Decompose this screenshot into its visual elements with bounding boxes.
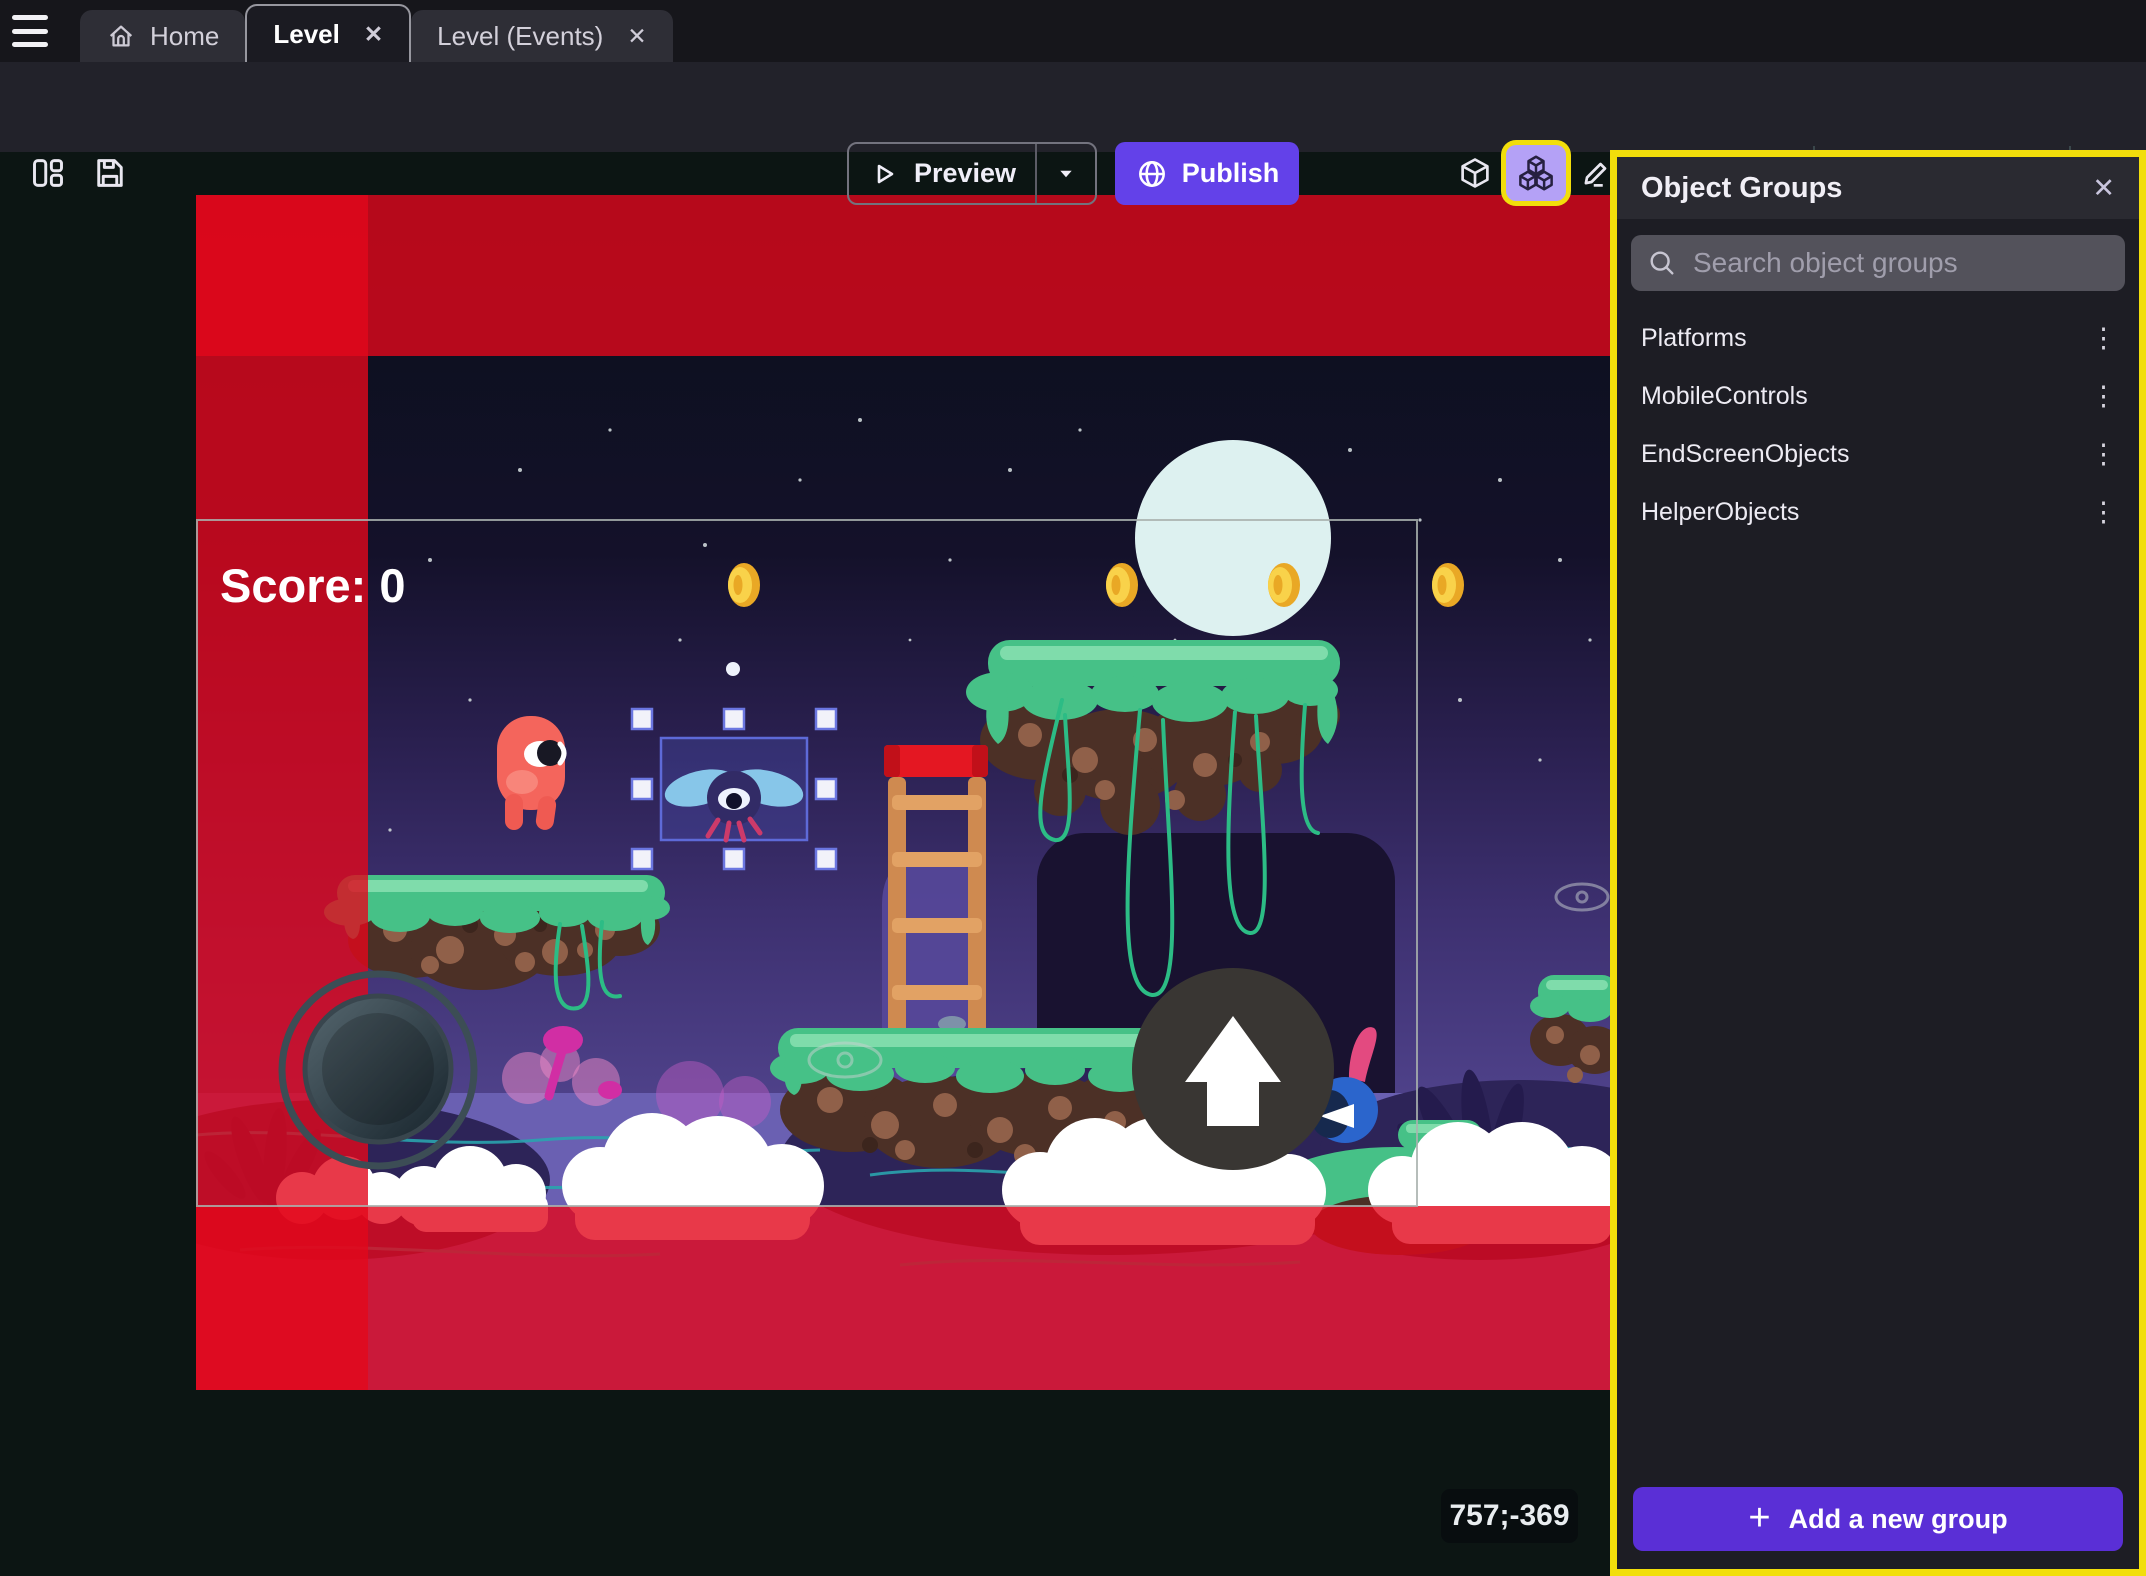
panel-header: Object Groups ✕	[1617, 157, 2139, 219]
object-groups-panel: Object Groups ✕ Platforms ⋮ MobileContro…	[1610, 150, 2146, 1576]
toolbar: Preview Publish	[0, 62, 2146, 152]
group-label: EndScreenObjects	[1641, 440, 1849, 469]
save-icon[interactable]	[88, 151, 132, 195]
rotation-handle-dot[interactable]	[726, 662, 740, 676]
panel-title: Object Groups	[1641, 172, 1842, 205]
coin	[1268, 563, 1300, 607]
group-label: Platforms	[1641, 324, 1747, 353]
search-icon	[1647, 248, 1677, 278]
level-editor-window: Score: 0	[0, 0, 2146, 1576]
objects-panel-icon[interactable]	[1453, 151, 1497, 195]
kebab-menu-icon[interactable]: ⋮	[2084, 439, 2123, 470]
tab-label: Home	[150, 21, 219, 52]
add-button-label: Add a new group	[1789, 1504, 2008, 1535]
object-group-list: Platforms ⋮ MobileControls ⋮ EndScreenOb…	[1617, 301, 2139, 541]
coin	[1106, 563, 1138, 607]
kebab-menu-icon[interactable]: ⋮	[2084, 381, 2123, 412]
preview-button[interactable]: Preview	[847, 142, 1097, 205]
jump-button[interactable]	[1132, 968, 1334, 1170]
add-new-group-button[interactable]: + Add a new group	[1633, 1487, 2123, 1551]
object-groups-search-input[interactable]	[1691, 246, 2109, 280]
home-icon	[106, 21, 136, 51]
group-row-helperobjects[interactable]: HelperObjects ⋮	[1617, 483, 2139, 541]
preview-options-caret[interactable]	[1035, 144, 1095, 203]
close-tab-icon[interactable]: ✕	[627, 25, 646, 48]
close-panel-icon[interactable]: ✕	[2088, 169, 2119, 208]
tab-label: Level	[273, 19, 340, 50]
main-menu-button[interactable]	[12, 15, 48, 47]
selected-enemy-fly[interactable]	[661, 738, 807, 840]
tab-bar: Home Level ✕ Level (Events) ✕	[0, 0, 2146, 62]
red-band-top	[196, 195, 1612, 356]
object-groups-panel-icon[interactable]	[1506, 145, 1566, 201]
chevron-down-icon	[1053, 161, 1079, 187]
search-box[interactable]	[1631, 235, 2125, 291]
kebab-menu-icon[interactable]: ⋮	[2084, 497, 2123, 528]
score-label: Score: 0	[220, 559, 405, 612]
coin	[1432, 563, 1464, 607]
close-tab-icon[interactable]: ✕	[364, 23, 383, 46]
publish-button[interactable]: Publish	[1115, 142, 1299, 205]
group-row-platforms[interactable]: Platforms ⋮	[1617, 309, 2139, 367]
publish-label: Publish	[1182, 158, 1280, 189]
globe-icon	[1135, 157, 1169, 191]
moon[interactable]	[1135, 440, 1331, 636]
play-icon	[868, 158, 900, 190]
coin	[728, 563, 760, 607]
hamburger-icon	[12, 15, 48, 20]
joystick-control[interactable]	[282, 974, 474, 1166]
tab-home[interactable]: Home	[80, 10, 245, 62]
group-row-mobilecontrols[interactable]: MobileControls ⋮	[1617, 367, 2139, 425]
kebab-menu-icon[interactable]: ⋮	[2084, 323, 2123, 354]
group-row-endscreenobjects[interactable]: EndScreenObjects ⋮	[1617, 425, 2139, 483]
group-label: MobileControls	[1641, 382, 1808, 411]
group-label: HelperObjects	[1641, 498, 1799, 527]
tab-level[interactable]: Level ✕	[245, 4, 411, 62]
tab-level-events[interactable]: Level (Events) ✕	[411, 10, 672, 62]
red-band-bottom	[196, 1206, 1612, 1390]
open-panels-icon[interactable]	[26, 151, 70, 195]
preview-label: Preview	[914, 158, 1016, 189]
cursor-position-indicator: 757;-369	[1441, 1489, 1578, 1543]
tab-label: Level (Events)	[437, 21, 603, 52]
panel-spacer	[1617, 541, 2139, 1487]
